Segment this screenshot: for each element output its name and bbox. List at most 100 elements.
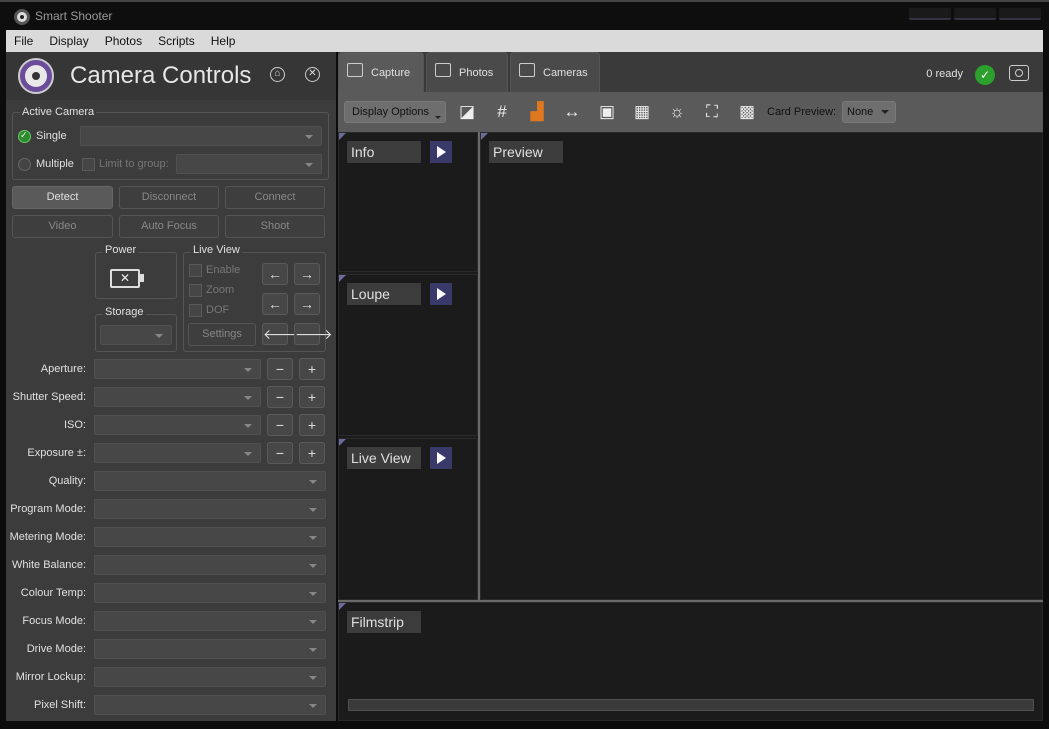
program-mode-label: Program Mode: xyxy=(10,503,86,515)
exposure-minus-button[interactable]: − xyxy=(267,442,293,464)
iso-plus-button[interactable]: + xyxy=(299,414,325,436)
menu-file[interactable]: File xyxy=(6,30,41,52)
tab-cameras[interactable]: Cameras xyxy=(510,52,600,92)
menu-display[interactable]: Display xyxy=(41,30,96,52)
crop-frame-icon[interactable]: ⛶ xyxy=(701,101,723,123)
detect-button[interactable]: Detect xyxy=(12,186,113,209)
menu-bar: File Display Photos Scripts Help xyxy=(6,30,1043,52)
pixel-shift-select[interactable] xyxy=(94,695,326,715)
limit-to-group-checkbox[interactable] xyxy=(82,158,95,171)
menu-scripts[interactable]: Scripts xyxy=(150,30,203,52)
program-mode-select[interactable] xyxy=(94,499,326,519)
brightness-icon[interactable]: ☼ xyxy=(666,101,688,123)
camera-snapshot-icon[interactable] xyxy=(1009,65,1029,81)
close-panel-icon[interactable]: ✕ xyxy=(305,67,320,82)
enable-checkbox[interactable] xyxy=(189,264,202,277)
aperture-minus-button[interactable]: − xyxy=(267,358,293,380)
info-play-button[interactable] xyxy=(430,141,452,163)
aperture-plus-button[interactable]: + xyxy=(299,358,325,380)
battery-icon: ✕ xyxy=(110,269,140,288)
smart-shooter-logo-icon xyxy=(18,58,54,94)
exposure-compensation-icon[interactable]: ◪ xyxy=(456,101,478,123)
connect-button[interactable]: Connect xyxy=(225,186,325,209)
focus-mode-select[interactable] xyxy=(94,611,326,631)
info-pane: Info xyxy=(338,132,478,272)
arrow-right-3-button[interactable]: 🡒 xyxy=(294,323,333,345)
shutter-speed-select[interactable] xyxy=(94,387,261,407)
camera-icon xyxy=(519,63,535,77)
single-camera-select[interactable] xyxy=(80,126,322,146)
preview-pane: Preview xyxy=(480,132,1043,600)
single-label: Single xyxy=(36,130,67,142)
shutter-minus-button[interactable]: − xyxy=(267,386,293,408)
camera-controls-panel: Camera Controls ⌂ ✕ Active Camera Single… xyxy=(6,52,336,721)
monitor-icon xyxy=(347,63,363,77)
exposure-select[interactable] xyxy=(94,443,261,463)
maximize-button[interactable] xyxy=(954,8,996,20)
app-window: Smart Shooter File Display Photos Script… xyxy=(0,0,1049,729)
colour-temp-select[interactable] xyxy=(94,583,326,603)
loupe-play-button[interactable] xyxy=(430,283,452,305)
info-header: Info xyxy=(347,141,421,163)
pane-splitter-vertical[interactable] xyxy=(478,132,480,602)
colour-temp-label: Colour Temp: xyxy=(20,587,86,599)
active-camera-label: Active Camera xyxy=(20,106,97,118)
storage-select[interactable] xyxy=(100,325,172,345)
tab-capture[interactable]: Capture xyxy=(338,52,424,92)
arrow-left-1-button[interactable]: ← xyxy=(262,263,288,285)
card-preview-select[interactable]: None xyxy=(842,101,896,123)
float-panel-icon[interactable]: ⌂ xyxy=(270,67,285,82)
capture-toolbar: Display Options ◪ # ▟ ↔ ▣ ▦ ☼ ⛶ ▩ Card P… xyxy=(338,92,1043,132)
mirror-lockup-select[interactable] xyxy=(94,667,326,687)
fit-width-icon[interactable]: ↔ xyxy=(561,101,583,123)
aperture-label: Aperture: xyxy=(40,363,86,375)
histogram-icon[interactable]: ▟ xyxy=(526,101,548,123)
tab-photos[interactable]: Photos xyxy=(426,52,508,92)
checkerboard-icon[interactable]: ▦ xyxy=(631,101,653,123)
pane-corner-marker xyxy=(339,275,346,282)
group-select[interactable] xyxy=(176,154,322,174)
display-options-button[interactable]: Display Options xyxy=(344,101,446,123)
grid-icon[interactable]: # xyxy=(491,101,513,123)
live-view-settings-button[interactable]: Settings xyxy=(188,323,256,346)
arrow-right-2-button[interactable]: → xyxy=(294,293,320,315)
mirror-lockup-label: Mirror Lockup: xyxy=(15,671,86,683)
drive-mode-select[interactable] xyxy=(94,639,326,659)
dof-checkbox[interactable] xyxy=(189,304,202,317)
multiple-radio[interactable] xyxy=(18,158,31,171)
minimize-button[interactable] xyxy=(909,8,951,20)
live-view-pane: Live View xyxy=(338,438,478,600)
live-view-play-button[interactable] xyxy=(430,447,452,469)
video-button[interactable]: Video xyxy=(12,215,113,238)
preview-header: Preview xyxy=(489,141,563,163)
panel-title: Camera Controls xyxy=(70,62,252,89)
shutter-plus-button[interactable]: + xyxy=(299,386,325,408)
auto-focus-button[interactable]: Auto Focus xyxy=(119,215,219,238)
menu-photos[interactable]: Photos xyxy=(97,30,150,52)
disconnect-button[interactable]: Disconnect xyxy=(119,186,219,209)
single-radio[interactable] xyxy=(18,130,31,143)
qr-code-icon[interactable]: ▩ xyxy=(736,101,758,123)
exposure-plus-button[interactable]: + xyxy=(299,442,325,464)
white-balance-select[interactable] xyxy=(94,555,326,575)
loupe-pane: Loupe xyxy=(338,274,478,436)
live-view-header: Live View xyxy=(347,447,421,469)
close-button[interactable] xyxy=(999,8,1041,20)
aperture-select[interactable] xyxy=(94,359,261,379)
shoot-button[interactable]: Shoot xyxy=(225,215,325,238)
arrow-right-1-button[interactable]: → xyxy=(294,263,320,285)
image-overlay-icon[interactable]: ▣ xyxy=(596,101,618,123)
metering-mode-select[interactable] xyxy=(94,527,326,547)
quality-select[interactable] xyxy=(94,471,326,491)
pane-corner-marker xyxy=(339,133,346,140)
ready-check-icon: ✓ xyxy=(975,65,995,85)
app-logo-icon xyxy=(14,9,30,25)
arrow-left-2-button[interactable]: ← xyxy=(262,293,288,315)
live-view-label: Live View xyxy=(191,244,242,256)
arrow-left-3-button[interactable]: 🡐 xyxy=(262,323,301,345)
iso-minus-button[interactable]: − xyxy=(267,414,293,436)
zoom-checkbox[interactable] xyxy=(189,284,202,297)
iso-select[interactable] xyxy=(94,415,261,435)
menu-help[interactable]: Help xyxy=(203,30,244,52)
filmstrip-scrollbar[interactable] xyxy=(348,699,1034,711)
